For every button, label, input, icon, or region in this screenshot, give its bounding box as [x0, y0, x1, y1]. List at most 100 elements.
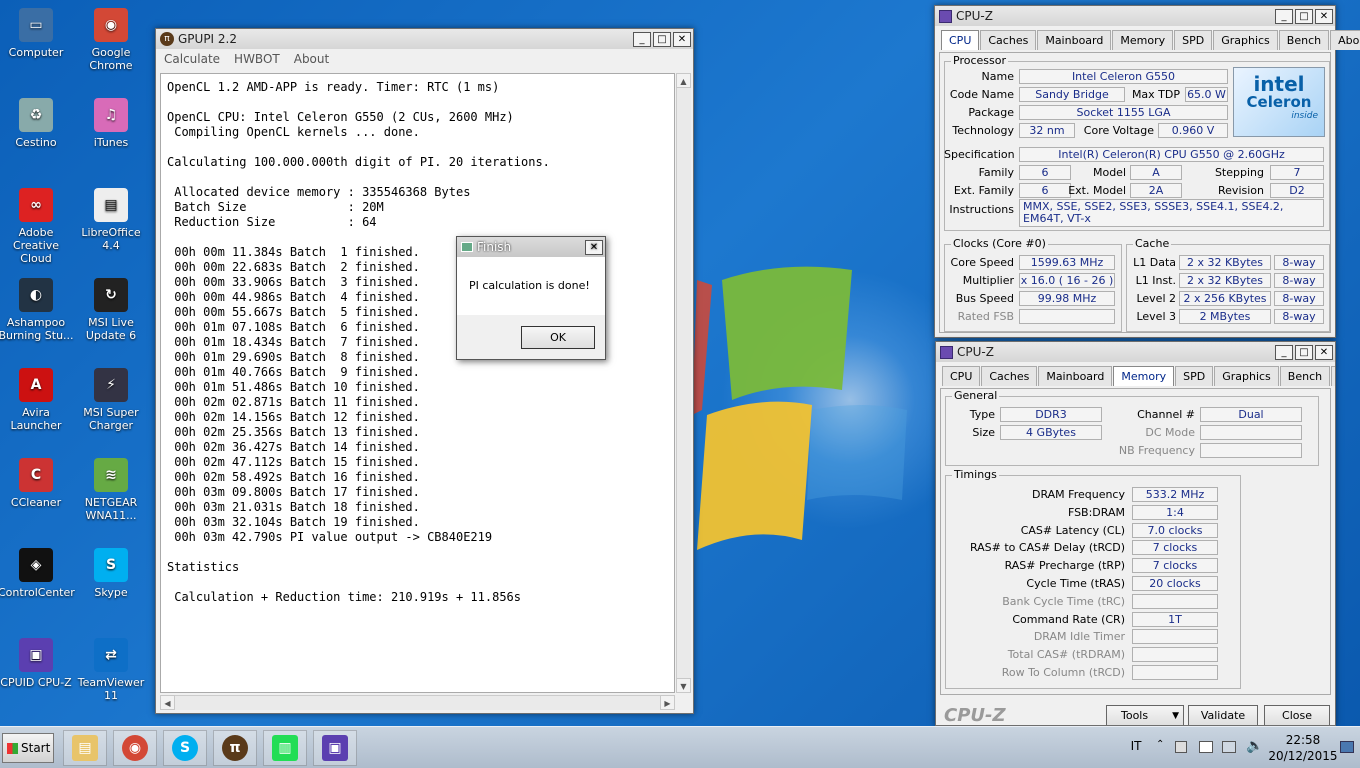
recycle-bin-icon: ♻: [19, 98, 53, 132]
type-label: Type: [969, 408, 995, 421]
action-center-flag-icon[interactable]: [1175, 741, 1187, 753]
minimize-button[interactable]: _: [1275, 344, 1293, 360]
desktop-icon-libreoffice[interactable]: ▤ LibreOffice 4.4: [73, 188, 149, 252]
cpuz-memory-titlebar[interactable]: CPU-Z _ □ ✕: [936, 342, 1335, 362]
close-button[interactable]: ✕: [673, 31, 691, 47]
taskbar-app-cpuz[interactable]: ▣: [313, 730, 357, 766]
clocks-group-title: Clocks (Core #0): [951, 237, 1048, 250]
tab-graphics[interactable]: Graphics: [1214, 366, 1279, 386]
desktop-icon-skype[interactable]: S Skype: [73, 548, 149, 599]
desktop-icon-teamviewer[interactable]: ⇄ TeamViewer 11: [73, 638, 149, 702]
desktop-icon-label: LibreOffice 4.4: [81, 226, 141, 252]
maximize-button[interactable]: □: [653, 31, 671, 47]
timing-value: [1132, 647, 1218, 663]
clock-time[interactable]: 22:58: [1268, 733, 1338, 747]
vertical-scrollbar[interactable]: ▲ ▼: [676, 73, 691, 693]
tab-memory[interactable]: Memory: [1112, 30, 1174, 50]
tab-about[interactable]: About: [1330, 30, 1360, 50]
tab-cpu[interactable]: CPU: [942, 366, 981, 386]
tools-button[interactable]: Tools ▼: [1106, 705, 1184, 725]
desktop-icon-itunes[interactable]: ♫ iTunes: [73, 98, 149, 149]
close-button[interactable]: ✕: [1315, 8, 1333, 24]
network-icon[interactable]: [1222, 741, 1236, 753]
desktop-icon-msi-super-charger[interactable]: ⚡ MSI Super Charger: [73, 368, 149, 432]
scroll-up-arrow[interactable]: ▲: [676, 73, 691, 88]
desktop-icon-netgear[interactable]: ≋ NETGEAR WNA11...: [73, 458, 149, 522]
scroll-right-arrow[interactable]: ▶: [660, 695, 675, 710]
finish-dialog-titlebar[interactable]: Finish ✕: [457, 237, 605, 257]
tab-mainboard[interactable]: Mainboard: [1038, 366, 1113, 386]
desktop-icon-cpuz[interactable]: ▣ CPUID CPU-Z: [0, 638, 74, 689]
desktop-icon-ccleaner[interactable]: C CCleaner: [0, 458, 74, 509]
tab-bench[interactable]: Bench: [1279, 366, 1331, 386]
speaker-icon[interactable]: 🔈: [1246, 738, 1263, 754]
maximize-button[interactable]: □: [1295, 8, 1313, 24]
cpuz-cpu-tabs: CPU Caches Mainboard Memory SPD Graphics Bench…: [935, 26, 1360, 50]
dialog-close-button[interactable]: ✕: [585, 239, 603, 255]
start-button[interactable]: Start: [2, 733, 54, 763]
taskbar-app-skype[interactable]: S: [163, 730, 207, 766]
stepping-label: Stepping: [1214, 166, 1264, 179]
cpuz-cpu-window[interactable]: CPU-Z _ □ ✕ CPU Caches Mainboard Memory SPD G…: [934, 5, 1360, 338]
tab-spd[interactable]: SPD: [1175, 366, 1214, 386]
show-hidden-icons-chevron[interactable]: ⌃: [1156, 739, 1164, 750]
taskbar-app-file-explorer[interactable]: ▤: [63, 730, 107, 766]
gpupi-window[interactable]: π GPUPI 2.2 _ □ ✕ Calculate HWBOT About …: [155, 28, 694, 714]
desktop-icon-avira[interactable]: A Avira Launcher: [0, 368, 74, 432]
tab-bench[interactable]: Bench: [1278, 30, 1330, 50]
gpupi-menubar: Calculate HWBOT About: [156, 49, 693, 69]
scroll-left-arrow[interactable]: ◀: [160, 695, 175, 710]
maximize-button[interactable]: □: [1295, 344, 1313, 360]
desktop-icon-msi-control-center[interactable]: ◈ ControlCenter: [0, 548, 75, 599]
taskbar-app-gpupi[interactable]: π: [213, 730, 257, 766]
desktop-icon-label: Google Chrome: [89, 46, 133, 72]
desktop-icon-label: MSI Super Charger: [83, 406, 139, 432]
minimize-button[interactable]: _: [1275, 8, 1293, 24]
scroll-down-arrow[interactable]: ▼: [676, 678, 691, 693]
finish-dialog[interactable]: Finish ✕ PI calculation is done! OK: [456, 236, 606, 360]
instructions-label: Instructions: [949, 203, 1014, 216]
windows-taskbar-tray-icon[interactable]: [1199, 741, 1213, 753]
tab-mainboard[interactable]: Mainboard: [1037, 30, 1112, 50]
menu-about[interactable]: About: [294, 52, 329, 66]
tab-cpu[interactable]: CPU: [941, 30, 980, 50]
tab-spd[interactable]: SPD: [1174, 30, 1213, 50]
cpuz-cpu-titlebar[interactable]: CPU-Z _ □ ✕: [935, 6, 1335, 26]
menu-hwbot[interactable]: HWBOT: [234, 52, 280, 66]
horizontal-scrollbar[interactable]: ◀ ▶: [160, 695, 675, 710]
cpuz-memory-window[interactable]: CPU-Z _ □ ✕ CPU Caches Mainboard Memory SPD G…: [935, 341, 1336, 726]
show-desktop-button[interactable]: [1340, 741, 1354, 753]
ok-button[interactable]: OK: [521, 326, 595, 349]
gpupi-titlebar[interactable]: π GPUPI 2.2 _ □ ✕: [156, 29, 693, 49]
timing-label: Row To Column (tRCD): [1001, 666, 1125, 679]
tab-caches[interactable]: Caches: [981, 366, 1038, 386]
tab-about[interactable]: About: [1331, 366, 1335, 386]
clock-date[interactable]: 20/12/2015: [1268, 749, 1338, 763]
language-indicator[interactable]: IT: [1126, 739, 1146, 753]
tab-caches[interactable]: Caches: [980, 30, 1037, 50]
stepping-value: 7: [1270, 165, 1324, 180]
desktop-icon-adobe-cc[interactable]: ∞ Adobe Creative Cloud: [0, 188, 74, 265]
menu-calculate[interactable]: Calculate: [164, 52, 220, 66]
desktop-icon-ashampoo[interactable]: ◐ Ashampoo Burning Stu...: [0, 278, 74, 342]
desktop-icon-recycle-bin[interactable]: ♻ Cestino: [0, 98, 74, 149]
desktop-icon-chrome[interactable]: ◉ Google Chrome: [73, 8, 149, 72]
tab-graphics[interactable]: Graphics: [1213, 30, 1278, 50]
validate-button[interactable]: Validate: [1188, 705, 1258, 725]
gpupi-console-output[interactable]: OpenCL 1.2 AMD-APP is ready. Timer: RTC …: [160, 73, 675, 693]
taskbar-app-task-manager[interactable]: ▥: [263, 730, 307, 766]
taskbar-app-chrome[interactable]: ◉: [113, 730, 157, 766]
timing-value: [1132, 629, 1218, 645]
level3-way: 8-way: [1274, 309, 1324, 324]
desktop-icon-computer[interactable]: ▭ Computer: [0, 8, 74, 59]
close-button[interactable]: ✕: [1315, 344, 1333, 360]
console-line: Reduction Size : 64: [167, 215, 377, 229]
minimize-button[interactable]: _: [633, 31, 651, 47]
level3-label: Level 3: [1136, 310, 1176, 323]
gpupi-icon: π: [222, 735, 248, 761]
desktop-icon-msi-live-update[interactable]: ↻ MSI Live Update 6: [73, 278, 149, 342]
tab-memory[interactable]: Memory: [1113, 366, 1175, 386]
close-cpuz-button[interactable]: Close: [1264, 705, 1330, 725]
